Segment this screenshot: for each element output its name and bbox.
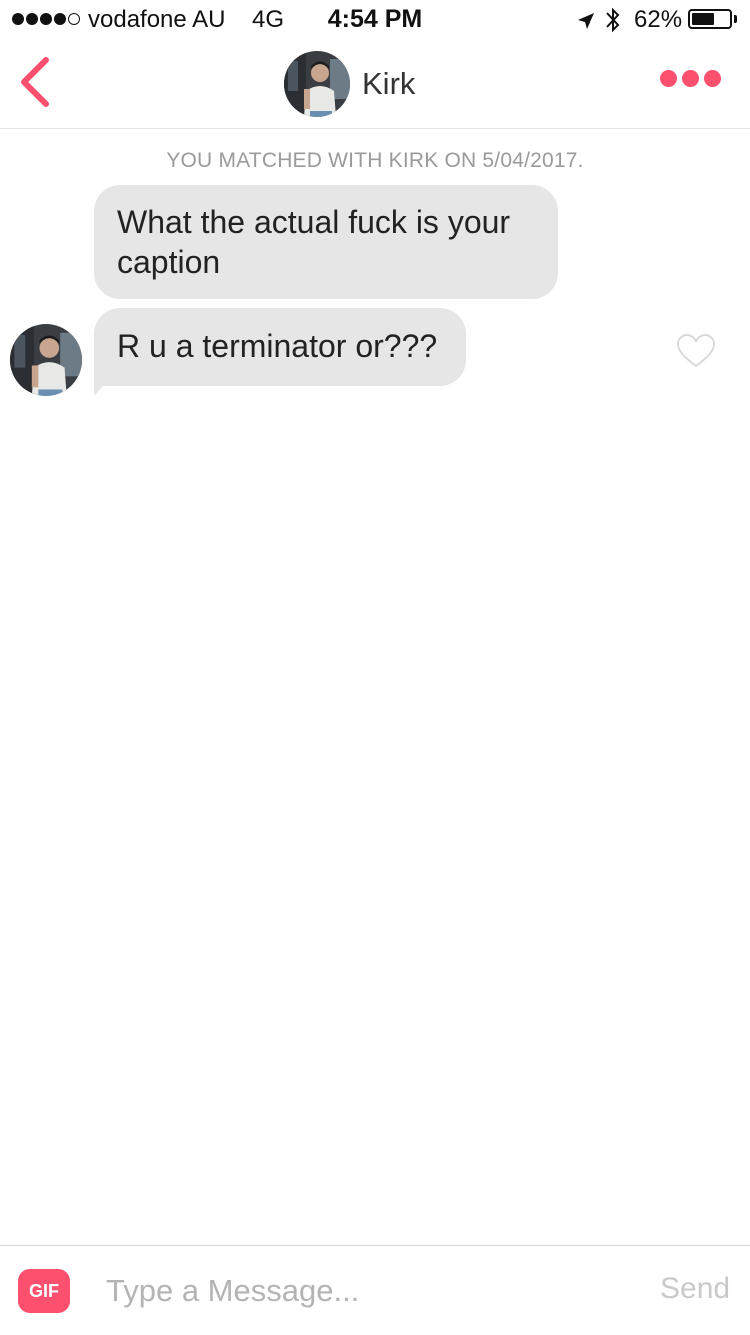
message-bubble[interactable]: R u a terminator or??? <box>94 308 466 386</box>
status-bar: vodafone AU 4G 4:54 PM 62% <box>0 0 750 40</box>
match-date-banner: YOU MATCHED WITH KIRK ON 5/04/2017. <box>166 149 584 172</box>
battery-level-fill <box>692 13 714 25</box>
battery-percentage: 62% <box>634 6 683 33</box>
more-dot-icon <box>704 70 721 87</box>
message-text: R u a terminator or??? <box>117 328 438 364</box>
back-button[interactable] <box>14 54 58 110</box>
message-bubble[interactable]: What the actual fuck is your caption <box>94 185 558 299</box>
sender-avatar[interactable] <box>10 324 82 396</box>
more-dot-icon <box>682 70 699 87</box>
message-bubble-tail <box>94 378 110 396</box>
bluetooth-icon <box>604 5 622 42</box>
message-input[interactable] <box>106 1266 626 1316</box>
message-composer: GIF Send <box>0 1245 750 1335</box>
match-profile-link[interactable]: Kirk <box>284 51 415 117</box>
like-message-button[interactable] <box>676 333 716 374</box>
message-text: What the actual fuck is your caption <box>117 204 511 280</box>
send-button[interactable]: Send <box>660 1272 730 1306</box>
chevron-left-icon <box>21 57 49 107</box>
chat-header: Kirk <box>0 40 750 129</box>
location-arrow-icon <box>576 10 596 38</box>
gif-button[interactable]: GIF <box>18 1269 70 1313</box>
match-name: Kirk <box>362 66 416 101</box>
more-dot-icon <box>660 70 677 87</box>
battery-icon <box>688 9 732 29</box>
heart-outline-icon <box>676 333 716 368</box>
more-options-button[interactable] <box>660 70 721 87</box>
match-avatar <box>284 51 350 117</box>
battery-tip <box>734 15 737 23</box>
